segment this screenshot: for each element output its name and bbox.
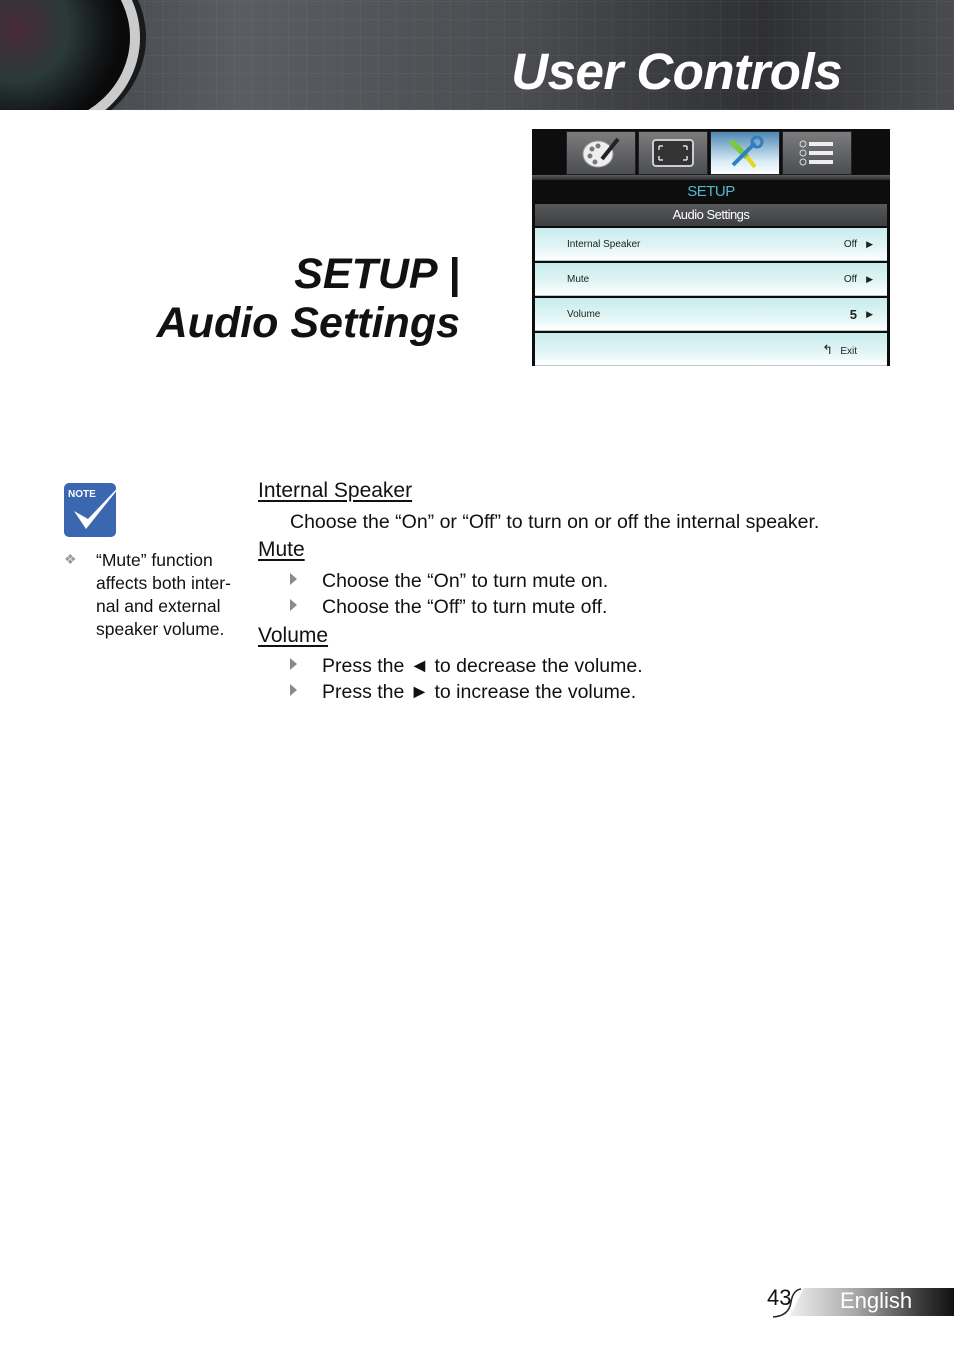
page-number: 43 — [767, 1285, 792, 1310]
osd-tab-setup[interactable] — [710, 131, 780, 175]
mute-bullet-2: Choose the “Off” to turn mute off. — [322, 596, 608, 618]
tools-icon — [728, 135, 764, 169]
osd-row-mute[interactable]: Mute Off ▶ — [535, 263, 887, 296]
osd-menu: SETUP Audio Settings Internal Speaker Of… — [532, 129, 890, 366]
osd-row-label: Mute — [567, 274, 590, 285]
chapter-title: User Controls — [511, 43, 842, 100]
osd-tab-bar — [566, 131, 852, 175]
mute-bullet-1: Choose the “On” to turn mute on. — [322, 570, 609, 592]
arrow-right-icon[interactable]: ▶ — [866, 309, 873, 320]
volume-bullet-1: Press the ◄ to decrease the volume. — [322, 655, 643, 677]
projector-lens-image — [0, 0, 140, 110]
arrow-right-icon[interactable]: ▶ — [866, 239, 873, 250]
osd-row-value: 5 — [849, 307, 857, 322]
note-text: “Mute” function affects both inter- nal … — [96, 550, 231, 639]
osd-heading: SETUP — [687, 183, 735, 200]
return-arrow-icon: ↰ — [822, 342, 833, 357]
osd-tab-shelf — [532, 175, 890, 180]
header-banner: User Controls — [0, 0, 954, 110]
osd-row-volume[interactable]: Volume 5 ▶ — [535, 298, 887, 331]
osd-tab-display[interactable] — [638, 131, 708, 175]
footer-language: English — [840, 1288, 913, 1313]
osd-tab-options[interactable] — [782, 131, 852, 175]
osd-row-label: Internal Speaker — [567, 239, 641, 250]
svg-text:NOTE: NOTE — [68, 489, 96, 500]
bullet-triangle-icon — [290, 684, 297, 696]
osd-exit-button[interactable]: ↰ Exit — [535, 333, 887, 366]
list-icon — [799, 140, 833, 166]
palette-icon — [582, 137, 620, 168]
heading-mute: Mute — [258, 538, 305, 561]
bullet-triangle-icon — [290, 599, 297, 611]
osd-row-label: Volume — [567, 309, 601, 320]
note-bullet-icon: ❖ — [64, 551, 77, 567]
osd-row-value: Off — [843, 239, 857, 250]
osd-row-internal-speaker[interactable]: Internal Speaker Off ▶ — [535, 228, 887, 261]
heading-volume: Volume — [258, 624, 329, 647]
heading-internal-speaker: Internal Speaker — [258, 479, 413, 502]
osd-row-value: Off — [843, 274, 857, 285]
display-frame-icon — [652, 139, 694, 167]
note-icon: NOTE — [64, 479, 126, 537]
section-title-line2: Audio Settings — [156, 299, 460, 347]
osd-tab-image[interactable] — [566, 131, 636, 175]
osd-subheading: Audio Settings — [535, 204, 887, 226]
internal-speaker-text: Choose the “On” or “Off” to turn on or o… — [290, 511, 820, 533]
bullet-triangle-icon — [290, 658, 297, 670]
arrow-right-icon[interactable]: ▶ — [866, 274, 873, 285]
section-title-line1: SETUP | — [294, 250, 460, 298]
exit-label: Exit — [840, 346, 857, 357]
section-title: SETUP | Audio Settings — [157, 250, 460, 348]
osd-rows: Internal Speaker Off ▶ Mute Off ▶ Volume… — [535, 228, 887, 368]
volume-bullet-2: Press the ► to increase the volume. — [322, 681, 637, 703]
bullet-triangle-icon — [290, 573, 297, 585]
